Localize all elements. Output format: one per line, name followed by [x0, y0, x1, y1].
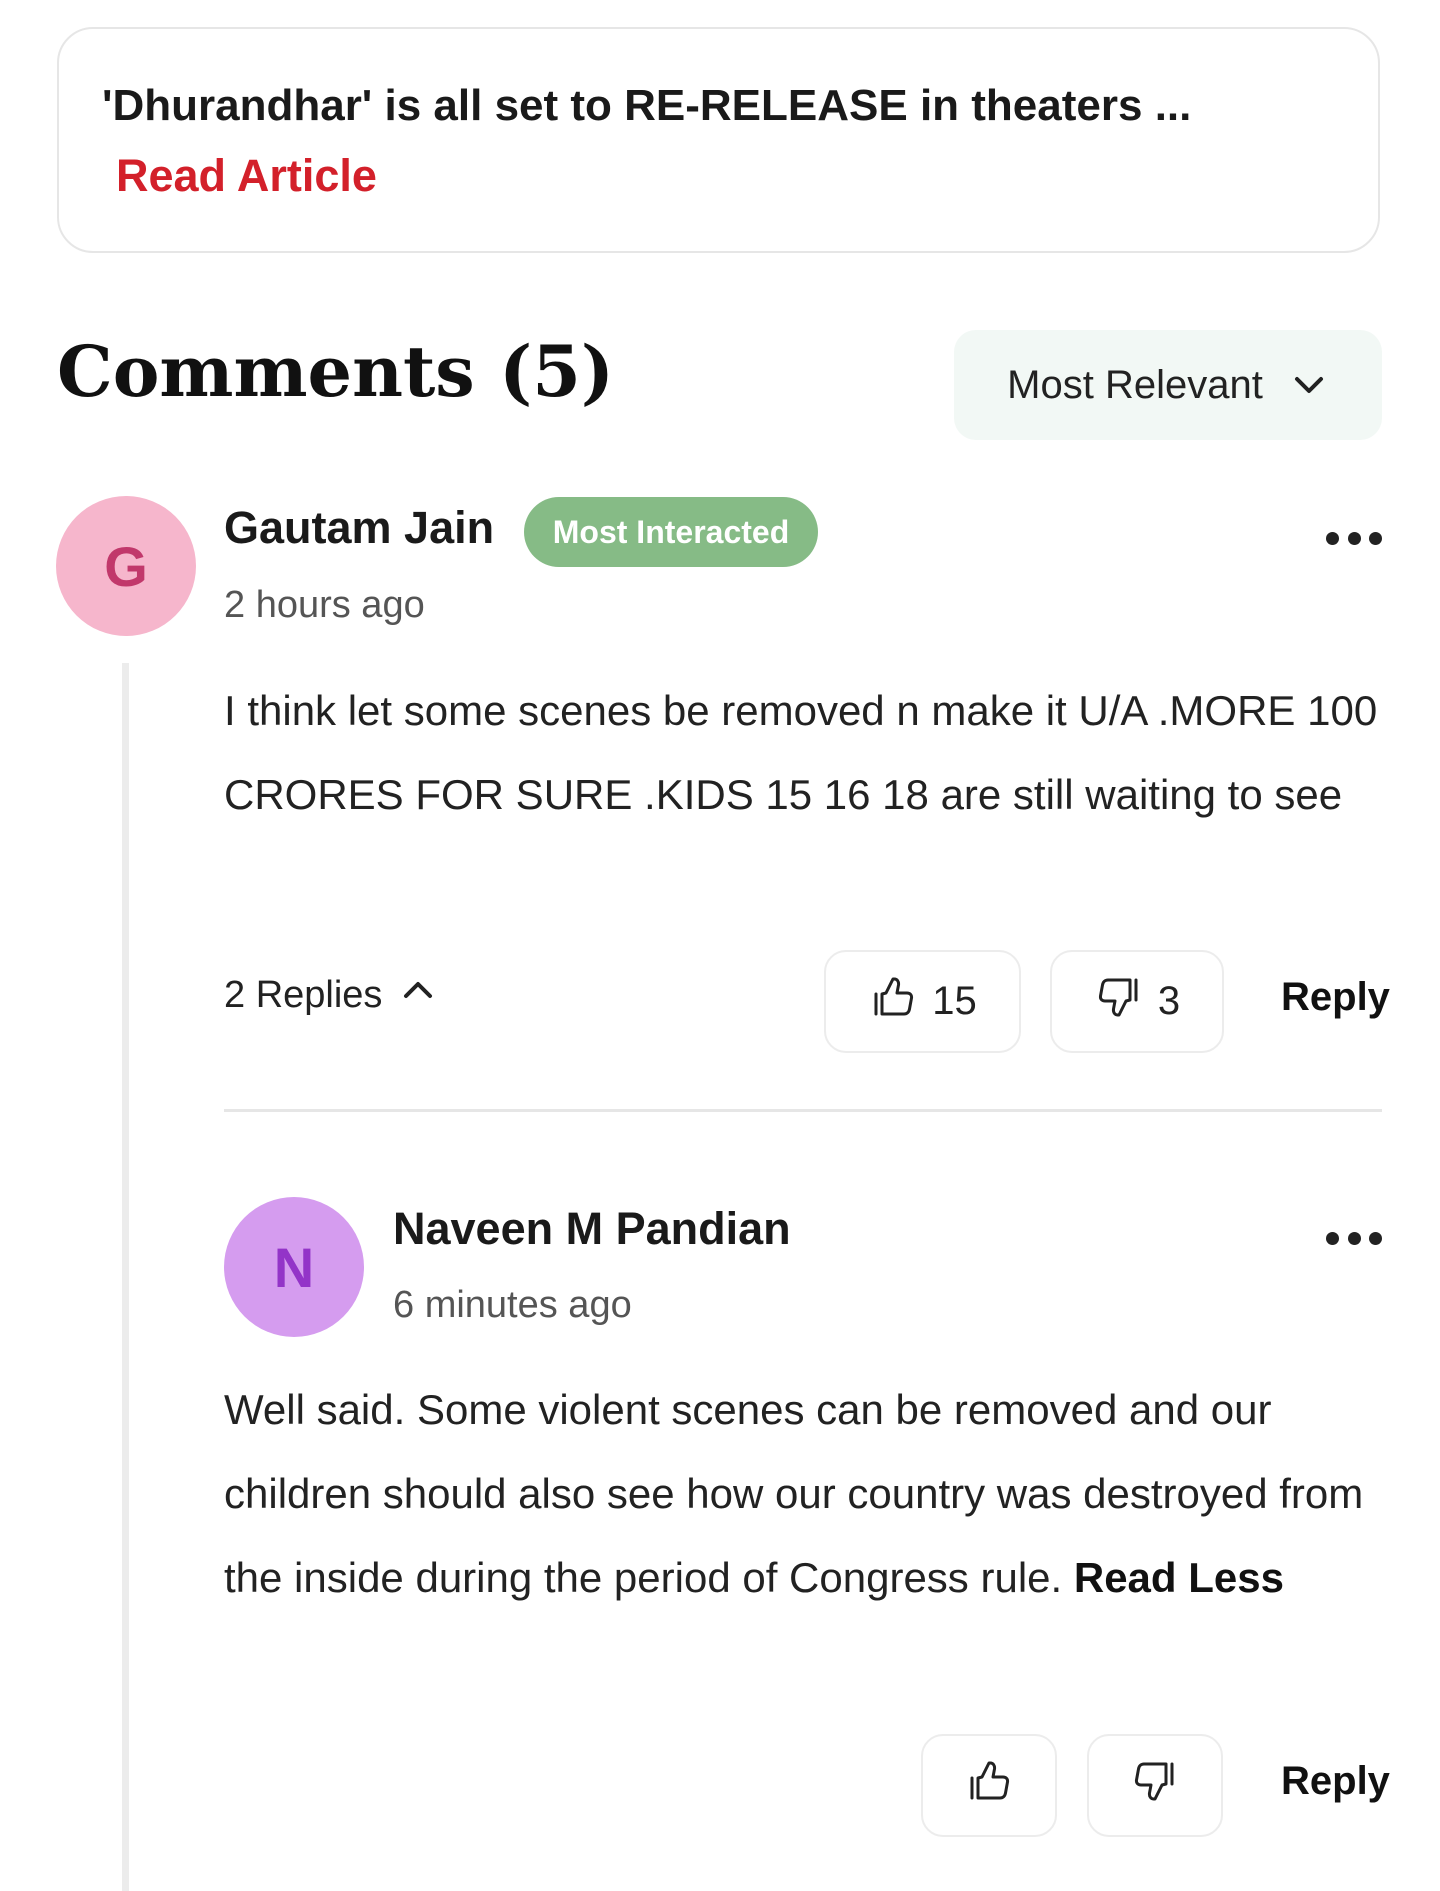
like-button[interactable]	[921, 1734, 1057, 1837]
thumbs-up-icon	[868, 972, 918, 1032]
comment-author[interactable]: Gautam Jain	[224, 502, 494, 554]
more-options-icon[interactable]	[1326, 528, 1382, 548]
sort-dropdown[interactable]: Most Relevant	[954, 330, 1382, 440]
dislike-button[interactable]	[1087, 1734, 1223, 1837]
divider	[224, 1109, 1382, 1112]
dislike-count: 3	[1157, 979, 1181, 1023]
comments-heading: Comments (5)	[57, 330, 615, 413]
reply-body: Well said. Some violent scenes can be re…	[224, 1368, 1384, 1620]
like-button[interactable]: 15	[824, 950, 1021, 1053]
replies-toggle[interactable]: 2 Replies	[224, 972, 436, 1018]
thumbs-down-icon	[1130, 1756, 1180, 1816]
thumbs-down-icon	[1094, 972, 1144, 1032]
dislike-button[interactable]: 3	[1050, 950, 1224, 1053]
avatar[interactable]: G	[56, 496, 196, 636]
more-options-icon[interactable]	[1326, 1228, 1382, 1248]
most-interacted-badge: Most Interacted	[524, 497, 818, 567]
reply-timestamp: 6 minutes ago	[393, 1284, 632, 1326]
article-card[interactable]: 'Dhurandhar' is all set to RE-RELEASE in…	[57, 27, 1380, 253]
read-article-link[interactable]: Read Article	[116, 150, 377, 202]
reply-button[interactable]: Reply	[1281, 975, 1390, 1020]
chevron-down-icon	[1289, 365, 1329, 405]
read-less-link[interactable]: Read Less	[1074, 1554, 1284, 1601]
sort-selected-label: Most Relevant	[1007, 362, 1263, 407]
like-count: 15	[932, 979, 977, 1023]
thumbs-up-icon	[964, 1756, 1014, 1816]
thread-line	[122, 663, 129, 1891]
reply-button[interactable]: Reply	[1281, 1759, 1390, 1804]
reply-author[interactable]: Naveen M Pandian	[393, 1203, 791, 1255]
replies-count: 2 Replies	[224, 973, 383, 1016]
comment-timestamp: 2 hours ago	[224, 584, 425, 626]
avatar[interactable]: N	[224, 1197, 364, 1337]
comments-page: 'Dhurandhar' is all set to RE-RELEASE in…	[0, 0, 1440, 1891]
chevron-up-icon	[400, 972, 436, 1018]
article-title: 'Dhurandhar' is all set to RE-RELEASE in…	[102, 81, 1192, 130]
comment-body: I think let some scenes be removed n mak…	[224, 687, 1378, 818]
